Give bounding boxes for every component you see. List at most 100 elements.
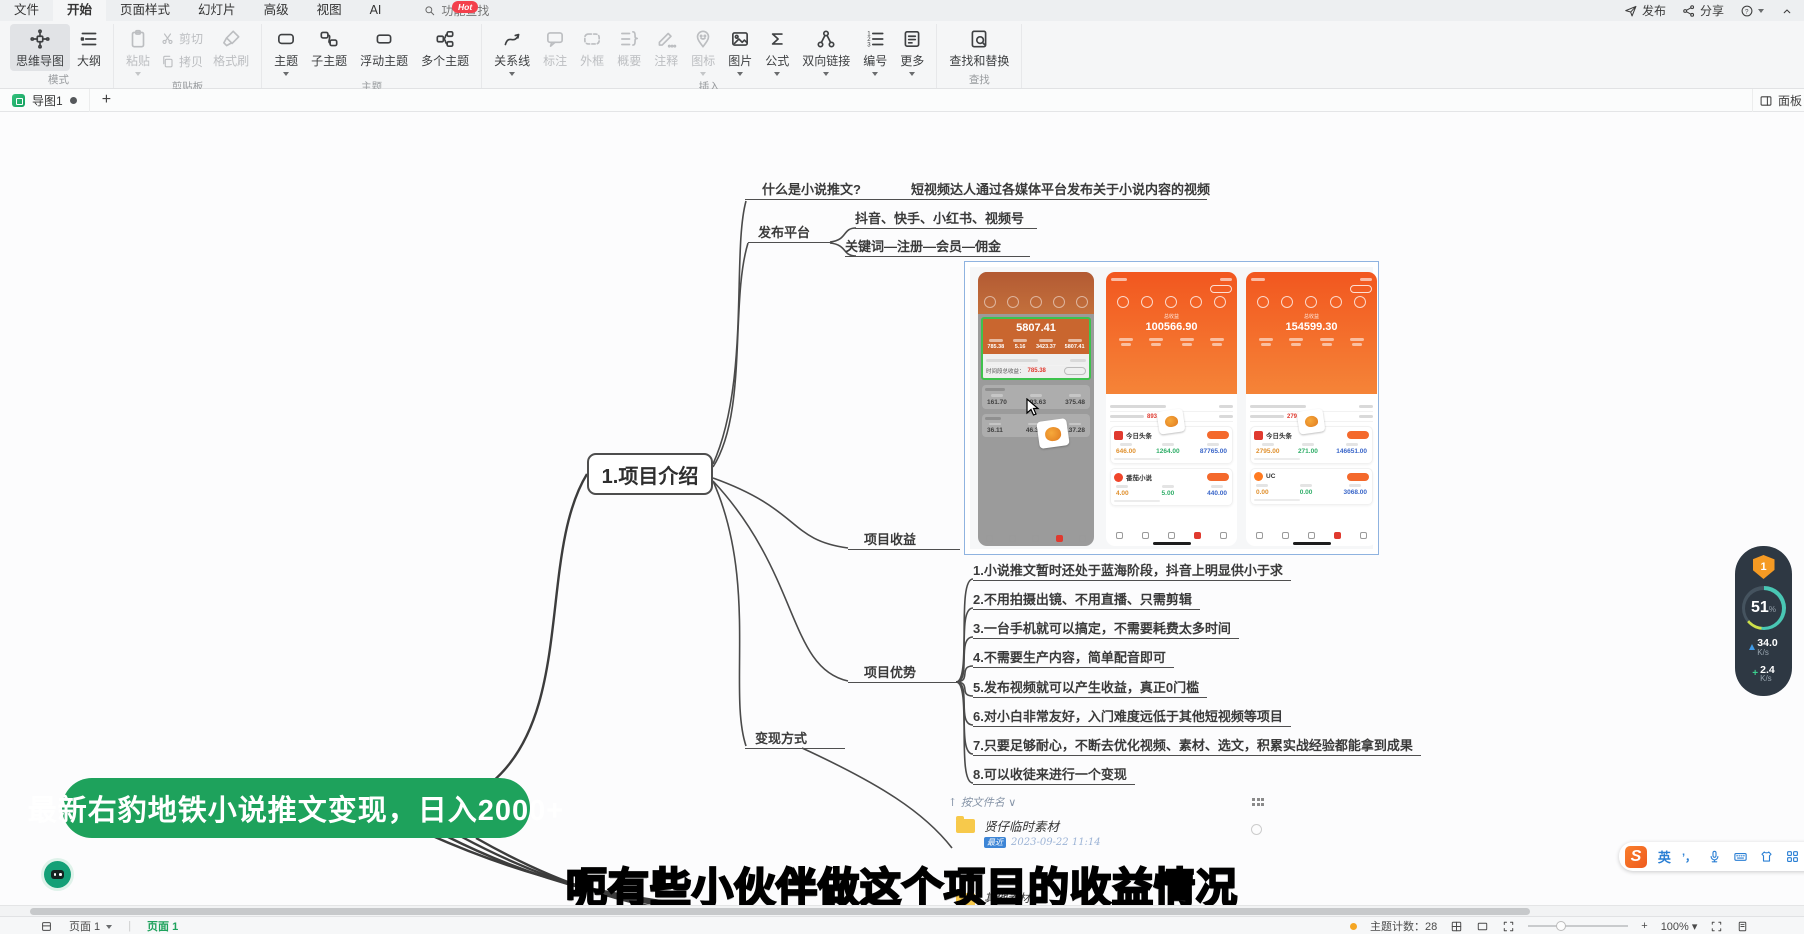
node-advantage-3[interactable]: 3.一台手机就可以搞定，不需要耗费太多时间 bbox=[973, 621, 1239, 639]
callout-button[interactable]: 标注 bbox=[537, 24, 573, 71]
node-what-answer[interactable]: 短视频达人通过各媒体平台发布关于小说内容的视频 bbox=[911, 182, 1210, 199]
menu-tab-advanced[interactable]: 高级 bbox=[250, 0, 303, 21]
picture-button[interactable]: 图片 bbox=[722, 24, 758, 78]
fullscreen-button[interactable] bbox=[1502, 920, 1515, 933]
node-advantage-5[interactable]: 5.发布视频就可以产生收益，真正0门槛 bbox=[973, 680, 1207, 698]
cut-button[interactable]: 剪切 bbox=[157, 29, 206, 48]
menu-tab-file[interactable]: 文件 bbox=[0, 0, 53, 21]
ribbon-group-mode: 思维导图 大纲 模式 bbox=[4, 24, 114, 88]
node-advantage-8[interactable]: 8.可以收徒来进行一个变现 bbox=[973, 767, 1135, 785]
relation-line-button[interactable]: 关系线 bbox=[488, 24, 536, 78]
node-platform-apps[interactable]: 抖音、快手、小红书、视频号 bbox=[855, 211, 1037, 229]
keyboard-icon[interactable] bbox=[1733, 849, 1748, 864]
topic-button[interactable]: 主题 bbox=[268, 24, 304, 78]
folder1-radio[interactable] bbox=[1251, 824, 1262, 835]
node-platform-flow[interactable]: 关键词—注册—会员—佣金 bbox=[845, 239, 1030, 257]
pin-face-icon bbox=[692, 28, 714, 50]
function-search[interactable] bbox=[423, 4, 561, 18]
floating-topic-button[interactable]: 浮动主题 bbox=[354, 24, 414, 71]
page-layout-icon[interactable] bbox=[40, 920, 53, 933]
ime-language-mode[interactable]: 英 bbox=[1658, 847, 1671, 866]
node-income[interactable]: 项目收益 bbox=[848, 532, 960, 550]
grid-view-icon[interactable] bbox=[1252, 798, 1264, 806]
phone-screenshot-2: 总收益 100566.90 893.00 今日头 bbox=[1106, 272, 1237, 546]
note-button[interactable]: 注释 bbox=[648, 24, 684, 71]
horizontal-scrollbar[interactable] bbox=[0, 905, 1804, 916]
node-advantage-6[interactable]: 6.对小白非常友好，入门难度远低于其他短视频等项目 bbox=[973, 709, 1291, 727]
panel-icon bbox=[1759, 94, 1773, 108]
central-topic[interactable]: 1.项目介绍 bbox=[587, 453, 713, 495]
publish-button[interactable]: 发布 bbox=[1624, 2, 1666, 19]
node-what-question[interactable]: 什么是小说推文? bbox=[745, 182, 861, 199]
formula-button[interactable]: 公式 bbox=[759, 24, 795, 78]
help-button[interactable]: ? bbox=[1740, 4, 1764, 18]
sort-arrow-icon: ↑ bbox=[948, 796, 961, 809]
performance-monitor-widget[interactable]: 1 51% 34.0K/s + 2.4K/s bbox=[1735, 546, 1792, 696]
more-caret-icon bbox=[909, 72, 915, 76]
boundary-button[interactable]: 外框 bbox=[574, 24, 610, 71]
folder-row-1[interactable]: 贤仔临时素材 最近 2023-09-22 11:14 bbox=[956, 816, 1101, 848]
node-advantage-4[interactable]: 4.不需要生产内容，简单配音即可 bbox=[973, 650, 1174, 668]
sogou-logo-icon[interactable]: S bbox=[1625, 846, 1647, 868]
ribbon: 思维导图 大纲 模式 粘贴 剪切 拷贝 bbox=[0, 21, 1804, 89]
page-selector[interactable]: 页面 1 bbox=[69, 918, 112, 934]
sheet-tab-map1[interactable]: 导图1 bbox=[0, 89, 90, 112]
phone2-nav bbox=[1106, 532, 1237, 539]
summary-button[interactable]: 概要 bbox=[611, 24, 647, 71]
phone-screenshot-3: 总收益 154599.30 2795.00 今日 bbox=[1246, 272, 1377, 546]
menu-tab-home[interactable]: 开始 bbox=[53, 0, 106, 21]
grid-view-button[interactable] bbox=[1450, 920, 1463, 933]
recent-badge: 最近 bbox=[984, 837, 1006, 848]
node-advantage-2[interactable]: 2.不用拍摄出镜、不用直播、只需剪辑 bbox=[973, 592, 1200, 610]
presentation-mode-button[interactable] bbox=[1710, 920, 1723, 933]
outline-mode-button[interactable]: 大纲 bbox=[71, 24, 107, 71]
bidirectional-link-button[interactable]: 双向链接 bbox=[796, 24, 856, 78]
menu-tab-ai[interactable]: AI bbox=[356, 0, 396, 21]
page-tab-active[interactable]: 页面 1 bbox=[147, 918, 178, 934]
copy-button[interactable]: 拷贝 bbox=[157, 52, 206, 71]
mindmap-mode-button[interactable]: 思维导图 bbox=[10, 24, 70, 71]
format-painter-button[interactable]: 格式刷 bbox=[207, 24, 255, 71]
more-doc-icon bbox=[901, 28, 923, 50]
node-advantage-7[interactable]: 7.只要足够耐心，不断去优化视频、素材、选文，积累实战经验都能拿到成果 bbox=[973, 738, 1421, 756]
ribbon-group-find: 查找和替换 查找 bbox=[937, 24, 1022, 88]
page-view-button[interactable] bbox=[1736, 920, 1749, 933]
skin-shirt-icon[interactable] bbox=[1759, 849, 1774, 864]
ime-punctuation-mode[interactable]: ’， bbox=[1682, 849, 1696, 865]
phone1-stat-3: 3423.37 bbox=[1036, 344, 1056, 350]
icon-button[interactable]: 图标 bbox=[685, 24, 721, 78]
more-button[interactable]: 更多 bbox=[894, 24, 930, 78]
root-topic[interactable]: 最新右豹地铁小说推文变现，日入2000+ bbox=[62, 778, 530, 838]
mindmap-canvas[interactable]: 最新右豹地铁小说推文变现，日入2000+ 1.项目介绍 什么是小说推文? 短视频… bbox=[0, 112, 1804, 905]
panel-toggle-button[interactable]: 面板 bbox=[1752, 89, 1804, 112]
node-platform[interactable]: 发布平台 bbox=[748, 225, 830, 243]
microphone-icon[interactable] bbox=[1707, 849, 1722, 864]
add-sheet-button[interactable]: + bbox=[90, 91, 123, 109]
branch-what-is[interactable]: 什么是小说推文? 短视频达人通过各媒体平台发布关于小说内容的视频 bbox=[745, 182, 1207, 200]
paste-button[interactable]: 粘贴 bbox=[120, 24, 156, 78]
scrollbar-thumb[interactable] bbox=[30, 908, 1530, 915]
video-subtitle: 呃有些小伙伴做这个项目的收益情况 bbox=[566, 854, 1238, 905]
find-replace-button[interactable]: 查找和替换 bbox=[943, 24, 1015, 71]
search-icon bbox=[423, 4, 436, 17]
node-advantage[interactable]: 项目优势 bbox=[848, 665, 960, 683]
zoom-slider[interactable] bbox=[1528, 925, 1628, 927]
zoom-level[interactable]: 100% ▾ bbox=[1661, 920, 1698, 933]
ime-toolbar[interactable]: S 英 ’， bbox=[1619, 842, 1804, 871]
sort-by-name-label[interactable]: 按文件名 bbox=[961, 794, 1005, 810]
node-monetize[interactable]: 变现方式 bbox=[745, 731, 845, 749]
subtopic-button[interactable]: 子主题 bbox=[305, 24, 353, 71]
zoom-in-button[interactable]: + bbox=[1641, 920, 1647, 932]
menu-tab-slides[interactable]: 幻灯片 bbox=[184, 0, 250, 21]
node-advantage-1[interactable]: 1.小说推文暂时还处于蓝海阶段，抖音上明显供小于求 bbox=[973, 563, 1291, 581]
toolbox-grid-icon[interactable] bbox=[1785, 849, 1800, 864]
fit-window-button[interactable] bbox=[1476, 920, 1489, 933]
menu-tab-page-style[interactable]: 页面样式 bbox=[106, 0, 184, 21]
collapse-ribbon-icon[interactable] bbox=[1780, 4, 1794, 18]
zoom-slider-knob[interactable] bbox=[1556, 921, 1566, 931]
menu-tab-view[interactable]: 视图 bbox=[303, 0, 356, 21]
numbering-button[interactable]: 123 编号 bbox=[857, 24, 893, 78]
ai-assistant-icon[interactable] bbox=[41, 858, 74, 891]
share-button[interactable]: 分享 bbox=[1682, 2, 1724, 19]
multiple-topics-button[interactable]: 多个主题 bbox=[415, 24, 475, 71]
